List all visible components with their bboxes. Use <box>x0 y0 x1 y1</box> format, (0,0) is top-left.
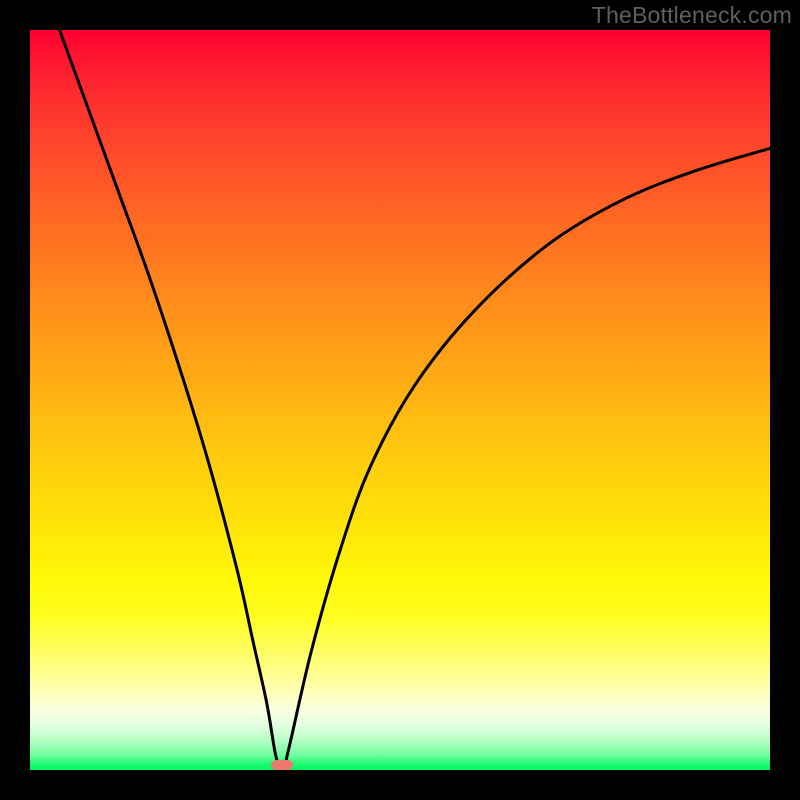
minimum-marker <box>271 760 293 770</box>
watermark-text: TheBottleneck.com <box>592 2 792 29</box>
bottleneck-curve <box>30 30 770 770</box>
chart-frame: TheBottleneck.com <box>0 0 800 800</box>
curve-path <box>60 30 770 770</box>
plot-area <box>30 30 770 770</box>
